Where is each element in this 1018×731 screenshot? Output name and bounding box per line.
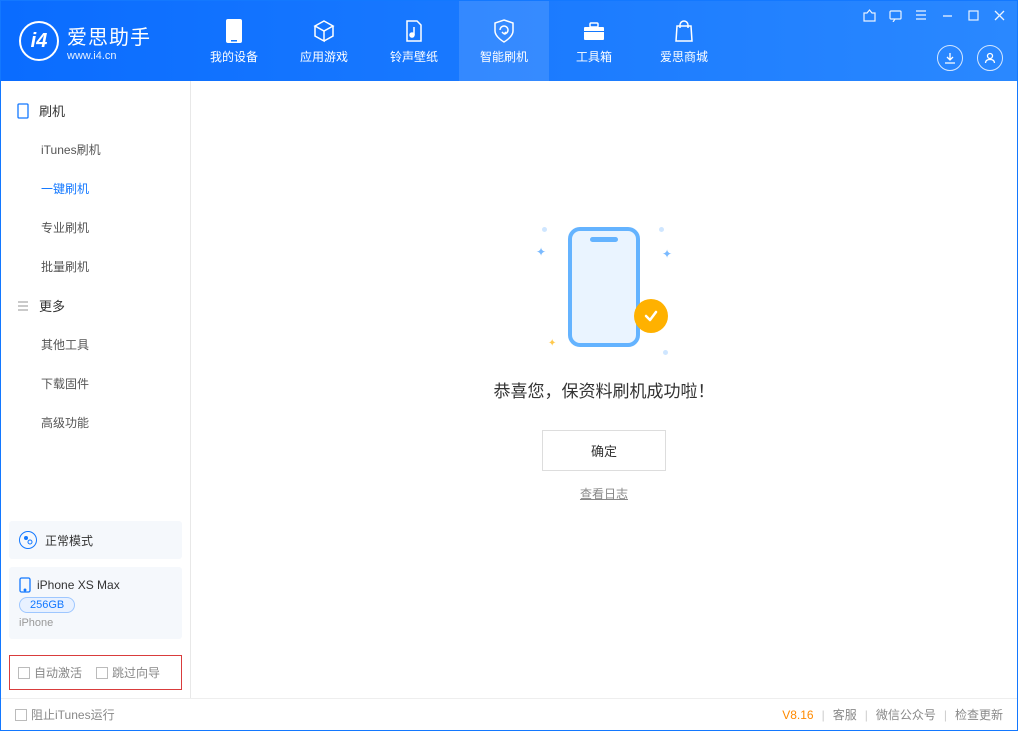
sidebar-section-flash[interactable]: 刷机 xyxy=(1,91,190,130)
list-icon xyxy=(15,298,31,314)
nav-store[interactable]: 爱思商城 xyxy=(639,1,729,81)
bag-icon xyxy=(671,18,697,44)
nav-ringtone-wallpaper[interactable]: 铃声壁纸 xyxy=(369,1,459,81)
device-mode[interactable]: 正常模式 xyxy=(9,521,182,559)
window-controls xyxy=(861,7,1007,23)
main-nav: 我的设备 应用游戏 铃声壁纸 智能刷机 工具箱 爱思商城 xyxy=(189,1,729,81)
device-icon xyxy=(19,577,31,593)
close-button[interactable] xyxy=(991,7,1007,23)
footer-link-support[interactable]: 客服 xyxy=(833,706,857,723)
cube-icon xyxy=(311,18,337,44)
sidebar-item-pro-flash[interactable]: 专业刷机 xyxy=(1,208,190,247)
sidebar-item-download-firmware[interactable]: 下载固件 xyxy=(1,364,190,403)
music-file-icon xyxy=(401,18,427,44)
view-logs-link[interactable]: 查看日志 xyxy=(580,485,628,502)
minimize-button[interactable] xyxy=(939,7,955,23)
check-badge-icon xyxy=(634,299,668,333)
menu-icon[interactable] xyxy=(913,7,929,23)
version-label: V8.16 xyxy=(782,708,813,722)
sidebar-section-more[interactable]: 更多 xyxy=(1,286,190,325)
nav-my-device[interactable]: 我的设备 xyxy=(189,1,279,81)
sidebar-item-itunes-flash[interactable]: iTunes刷机 xyxy=(1,130,190,169)
toolbox-icon xyxy=(581,18,607,44)
sidebar-item-other-tools[interactable]: 其他工具 xyxy=(1,325,190,364)
app-url: www.i4.cn xyxy=(67,50,151,62)
ok-button[interactable]: 确定 xyxy=(542,430,666,471)
sidebar-item-batch-flash[interactable]: 批量刷机 xyxy=(1,247,190,286)
download-manager-button[interactable] xyxy=(937,45,963,71)
status-bar: 阻止iTunes运行 V8.16 | 客服 | 微信公众号 | 检查更新 xyxy=(1,698,1017,730)
device-type: iPhone xyxy=(19,617,172,629)
main-content: ✦✦✦ 恭喜您，保资料刷机成功啦！ 确定 查看日志 xyxy=(191,81,1017,698)
checkbox-skip-guide[interactable]: 跳过向导 xyxy=(96,664,160,681)
device-icon xyxy=(221,18,247,44)
header-user-controls xyxy=(937,45,1003,71)
maximize-button[interactable] xyxy=(965,7,981,23)
user-account-button[interactable] xyxy=(977,45,1003,71)
mode-icon xyxy=(19,531,37,549)
flash-options-highlight: 自动激活 跳过向导 xyxy=(9,655,182,690)
checkbox-block-itunes[interactable]: 阻止iTunes运行 xyxy=(15,706,115,723)
checkbox-auto-activate[interactable]: 自动激活 xyxy=(18,664,82,681)
title-bar: i4 爱思助手 www.i4.cn 我的设备 应用游戏 铃声壁纸 智能刷机 工具… xyxy=(1,1,1017,81)
phone-icon xyxy=(568,227,640,347)
sidebar: 刷机 iTunes刷机 一键刷机 专业刷机 批量刷机 更多 其他工具 下载固件 … xyxy=(1,81,191,698)
app-logo: i4 爱思助手 www.i4.cn xyxy=(1,21,169,62)
nav-toolbox[interactable]: 工具箱 xyxy=(549,1,639,81)
shield-refresh-icon xyxy=(491,18,517,44)
success-illustration: ✦✦✦ xyxy=(534,217,674,357)
theme-icon[interactable] xyxy=(861,7,877,23)
device-card[interactable]: iPhone XS Max 256GB iPhone xyxy=(9,567,182,639)
app-title: 爱思助手 xyxy=(67,21,151,50)
nav-apps-games[interactable]: 应用游戏 xyxy=(279,1,369,81)
footer-link-update[interactable]: 检查更新 xyxy=(955,706,1003,723)
success-message: 恭喜您，保资料刷机成功啦！ xyxy=(494,377,715,402)
feedback-icon[interactable] xyxy=(887,7,903,23)
logo-icon: i4 xyxy=(19,21,59,61)
nav-smart-flash[interactable]: 智能刷机 xyxy=(459,1,549,81)
device-name: iPhone XS Max xyxy=(19,577,172,593)
footer-link-wechat[interactable]: 微信公众号 xyxy=(876,706,936,723)
sidebar-item-onekey-flash[interactable]: 一键刷机 xyxy=(1,169,190,208)
device-storage: 256GB xyxy=(19,597,75,613)
phone-icon xyxy=(15,103,31,119)
sidebar-item-advanced[interactable]: 高级功能 xyxy=(1,403,190,442)
body: 刷机 iTunes刷机 一键刷机 专业刷机 批量刷机 更多 其他工具 下载固件 … xyxy=(1,81,1017,698)
